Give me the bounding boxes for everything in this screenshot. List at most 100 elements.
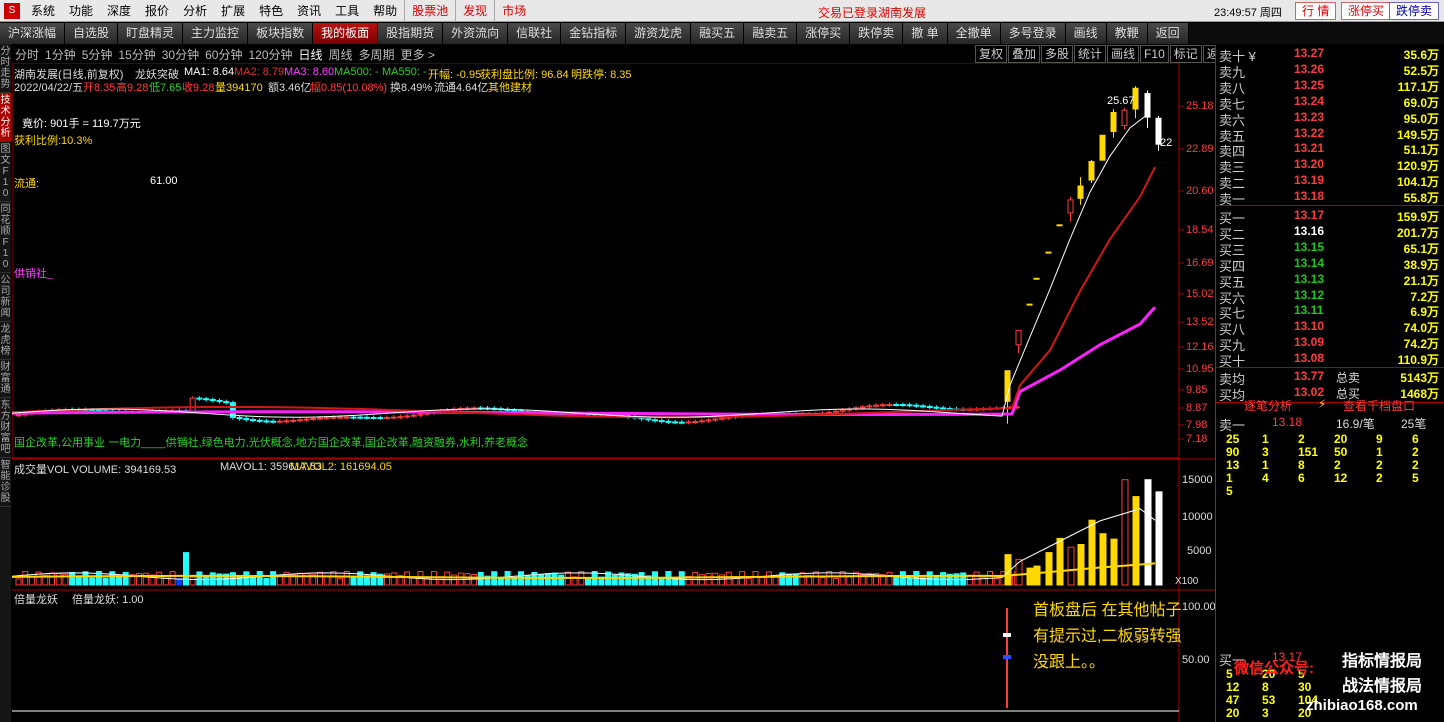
bid-row[interactable]: 买五 13.13 21.1万 [1216,272,1444,290]
bid-row[interactable]: 买七 13.11 6.9万 [1216,303,1444,321]
ask-row[interactable]: 卖一 13.18 55.8万 [1216,189,1444,207]
volume-bar [692,571,699,586]
period-item[interactable]: 15分钟 [115,46,158,63]
tb-button-active[interactable]: 我的板面 [313,23,379,44]
chart-button[interactable]: 统计 [1074,45,1107,63]
period-item-active[interactable]: 日线 [296,46,326,63]
candle-body [310,418,317,421]
stock-title: 湖南发展 [878,6,927,20]
menu-tools[interactable]: 工具 [328,0,366,22]
tb-button[interactable]: 融买五 [691,23,745,44]
menu-help[interactable]: 帮助 [366,0,404,22]
tb-button[interactable]: 主力监控 [183,23,249,44]
period-item[interactable]: 1分钟 [42,46,79,63]
left-tab[interactable]: 分时走势 [0,44,11,93]
bid-row[interactable]: 买四 13.14 38.9万 [1216,256,1444,274]
ask-row[interactable]: 卖四 13.21 51.1万 [1216,141,1444,159]
left-tab[interactable]: 同花顺F10 [0,202,11,273]
volume-bar [745,578,752,586]
ob-volume: 7.2万 [1410,289,1439,304]
tb-button[interactable]: 自选股 [65,23,119,44]
volume-bar [993,578,1000,586]
menu-extend[interactable]: 扩展 [214,0,252,22]
tb-button[interactable]: 板块指数 [248,23,314,44]
chart-button[interactable]: F10 [1140,45,1169,63]
menu-stock-pool[interactable]: 股票池 [404,0,455,22]
menu-system[interactable]: 系统 [24,0,62,22]
period-item[interactable]: 60分钟 [202,46,245,63]
bottom-cell: 47 [1226,693,1240,707]
tb-button[interactable]: 沪深涨幅 [0,23,66,44]
left-tab[interactable]: 龙虎榜 [0,322,11,360]
ask-row[interactable]: 卖二 13.19 104.1万 [1216,173,1444,191]
left-tab-active[interactable]: 技术分析 [0,93,11,142]
candle-body [203,398,210,401]
volume-bar [1033,565,1041,586]
left-tab[interactable]: 智能诊股 [0,458,11,507]
tb-button[interactable]: 全撤单 [947,23,1001,44]
bid-row[interactable]: 买二 13.16 201.7万 [1216,224,1444,242]
menu-quote[interactable]: 报价 [138,0,176,22]
left-tab[interactable]: 图文F10 [0,142,11,202]
volume-bar [303,572,310,586]
limit-up-buy-button[interactable]: 涨停买 [1341,2,1392,20]
bid-row[interactable]: 买九 13.09 74.2万 [1216,335,1444,353]
tb-button[interactable]: 信联社 [508,23,562,44]
chart-button[interactable]: 复权 [975,45,1008,63]
ask-row[interactable]: 卖十 ¥13.27 35.6万 [1216,46,1444,64]
bid-row[interactable]: 买六 13.12 7.2万 [1216,288,1444,306]
ask-row[interactable]: 卖六 13.23 95.0万 [1216,110,1444,128]
left-tab[interactable]: 公司新闻 [0,273,11,322]
tb-button[interactable]: 股指期货 [378,23,444,44]
menu-market[interactable]: 市场 [494,0,533,22]
tb-button[interactable]: 融卖五 [744,23,798,44]
period-item[interactable]: 分时 [12,46,42,63]
volume-bar [203,575,210,586]
left-tab[interactable]: 东方财富吧 [0,398,11,458]
chart-button[interactable]: 标记 [1169,45,1202,63]
bar-turnover: 换8.49% [390,82,433,94]
menu-discover[interactable]: 发现 [455,0,494,22]
limit-down-sell-button[interactable]: 跌停卖 [1389,2,1440,20]
bid-row[interactable]: 买十 13.08 110.9万 [1216,351,1444,369]
ask-row[interactable]: 卖八 13.25 117.1万 [1216,78,1444,96]
chart-button[interactable]: 画线 [1107,45,1140,63]
candle-body [189,397,196,412]
period-item[interactable]: 多周期 [356,46,398,63]
tb-button[interactable]: 跌停卖 [850,23,904,44]
period-item[interactable]: 120分钟 [245,46,295,63]
tb-button[interactable]: 撤 单 [903,23,948,44]
chart-button[interactable]: 叠加 [1008,45,1041,63]
menu-function[interactable]: 功能 [62,0,100,22]
period-item[interactable]: 周线 [326,46,356,63]
ask-row[interactable]: 卖三 13.20 120.9万 [1216,157,1444,175]
ask-row[interactable]: 卖五 13.22 149.5万 [1216,126,1444,144]
tb-button[interactable]: 外资流向 [443,23,509,44]
ask-row[interactable]: 卖九 13.26 52.5万 [1216,62,1444,80]
volume-bar [350,577,357,586]
bid-row[interactable]: 买八 13.10 74.0万 [1216,319,1444,337]
period-item[interactable]: 5分钟 [79,46,116,63]
ask-row[interactable]: 卖七 13.24 69.0万 [1216,94,1444,112]
menu-analysis[interactable]: 分析 [176,0,214,22]
period-item[interactable]: 30分钟 [159,46,202,63]
period-more[interactable]: 更多 > [398,46,438,63]
tb-button[interactable]: 画线 [1065,23,1107,44]
menu-news[interactable]: 资讯 [290,0,328,22]
tb-button[interactable]: 涨停买 [797,23,851,44]
tb-button[interactable]: 游资龙虎 [626,23,692,44]
chart-button[interactable]: 多股 [1041,45,1074,63]
tick-cell: 50 [1334,445,1348,459]
left-tab[interactable]: 财富通 [0,360,11,398]
ma3-value: MA3: 8.60 [284,66,335,78]
quote-button[interactable]: 行 情 [1295,2,1337,20]
bid-row[interactable]: 买一 13.17 159.9万 [1216,208,1444,226]
bid-row[interactable]: 买三 13.15 65.1万 [1216,240,1444,258]
tb-button[interactable]: 多号登录 [1000,23,1066,44]
menu-feature[interactable]: 特色 [252,0,290,22]
tb-button[interactable]: 盯盘精灵 [118,23,184,44]
menu-depth[interactable]: 深度 [100,0,138,22]
tb-button[interactable]: 金钻指标 [561,23,627,44]
tb-button[interactable]: 教鞭 [1106,23,1148,44]
tb-button[interactable]: 返回 [1147,23,1189,44]
